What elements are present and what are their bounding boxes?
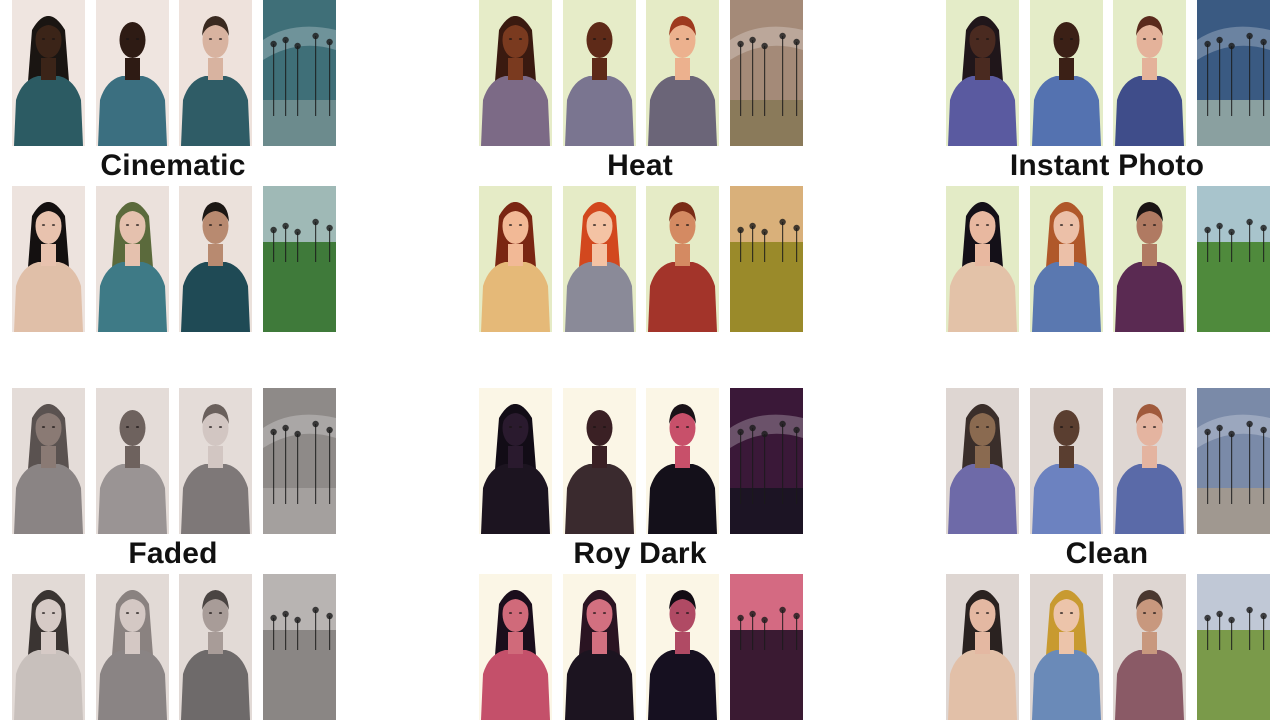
scene-thumbnail [1196, 0, 1270, 146]
bottom-row [12, 186, 336, 332]
portrait-thumbnail [12, 574, 85, 720]
top-row [12, 0, 336, 146]
filter-label: Roy Dark [573, 537, 707, 570]
scene-thumbnail [1196, 574, 1270, 720]
portrait-thumbnail [1029, 186, 1103, 332]
top-row [479, 388, 803, 534]
scene-thumbnail [262, 574, 336, 720]
portrait-thumbnail [946, 574, 1019, 720]
portrait-thumbnail [1113, 0, 1186, 146]
portrait-thumbnail [562, 186, 636, 332]
scene-thumbnail [262, 388, 336, 534]
portrait-thumbnail [479, 388, 552, 534]
scene-thumbnail [262, 186, 336, 332]
portrait-thumbnail [95, 0, 169, 146]
portrait-thumbnail [1029, 388, 1103, 534]
portrait-thumbnail [646, 0, 719, 146]
portrait-thumbnail [1029, 0, 1103, 146]
portrait-thumbnail [562, 574, 636, 720]
portrait-thumbnail [95, 388, 169, 534]
bottom-row [12, 574, 336, 720]
bottom-row [946, 186, 1270, 332]
portrait-thumbnail [479, 0, 552, 146]
portrait-thumbnail [479, 186, 552, 332]
portrait-thumbnail [479, 574, 552, 720]
bottom-row [946, 574, 1270, 720]
portrait-thumbnail [946, 0, 1019, 146]
portrait-thumbnail [179, 388, 252, 534]
top-row [12, 388, 336, 534]
scene-thumbnail [729, 574, 803, 720]
portrait-thumbnail [95, 574, 169, 720]
portrait-thumbnail [95, 186, 169, 332]
filter-label: Instant Photo [1009, 149, 1205, 182]
filter-label: Heat [607, 149, 673, 182]
top-row [946, 0, 1270, 146]
portrait-thumbnail [1113, 186, 1186, 332]
portrait-thumbnail [12, 186, 85, 332]
bottom-row [479, 574, 803, 720]
portrait-thumbnail [562, 0, 636, 146]
portrait-thumbnail [1113, 388, 1186, 534]
filter-label: Clean [1065, 537, 1149, 570]
portrait-thumbnail [562, 388, 636, 534]
top-row [946, 388, 1270, 534]
portrait-thumbnail [179, 186, 252, 332]
scene-thumbnail [262, 0, 336, 146]
portrait-thumbnail [646, 186, 719, 332]
scene-thumbnail [1196, 186, 1270, 332]
filter-label: Cinematic [100, 149, 246, 182]
portrait-thumbnail [1113, 574, 1186, 720]
portrait-thumbnail [1029, 574, 1103, 720]
top-row [479, 0, 803, 146]
portrait-thumbnail [179, 0, 252, 146]
scene-thumbnail [1196, 388, 1270, 534]
portrait-thumbnail [646, 574, 719, 720]
portrait-thumbnail [646, 388, 719, 534]
portrait-thumbnail [946, 388, 1019, 534]
portrait-thumbnail [12, 0, 85, 146]
scene-thumbnail [729, 0, 803, 146]
portrait-thumbnail [179, 574, 252, 720]
filter-label: Faded [128, 537, 218, 570]
bottom-row [479, 186, 803, 332]
scene-thumbnail [729, 388, 803, 534]
scene-thumbnail [729, 186, 803, 332]
portrait-thumbnail [12, 388, 85, 534]
portrait-thumbnail [946, 186, 1019, 332]
